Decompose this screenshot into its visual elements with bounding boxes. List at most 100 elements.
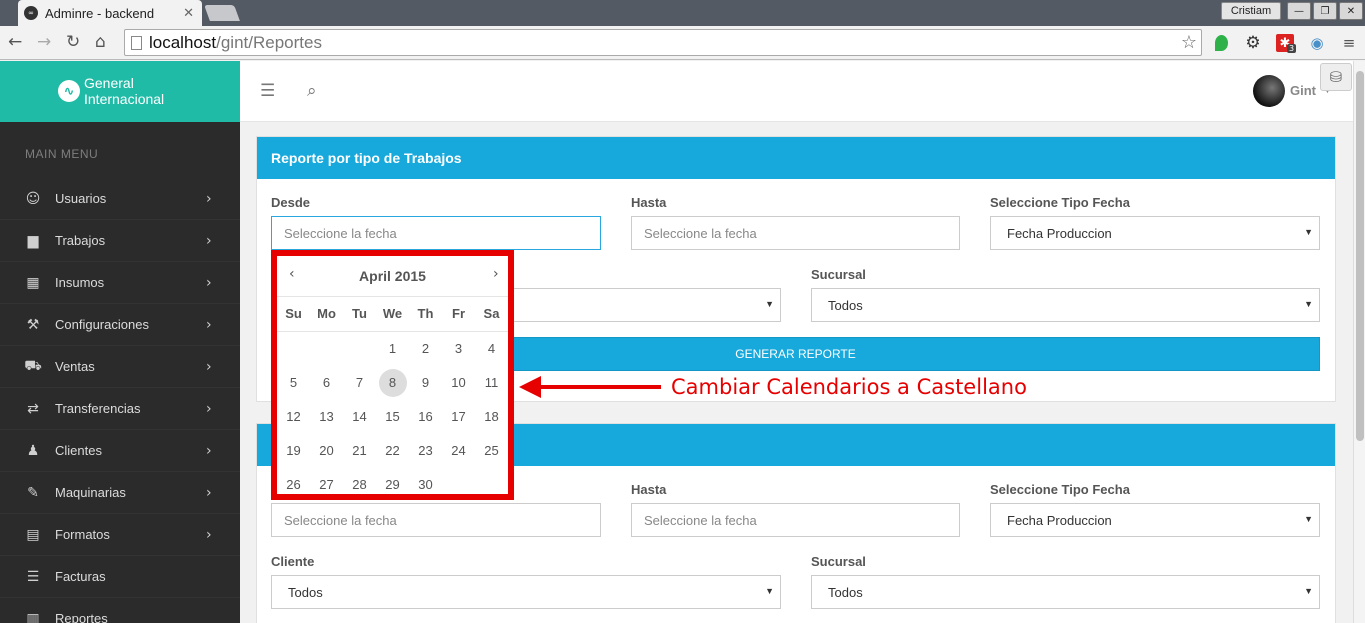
- day-cell[interactable]: 23: [409, 437, 442, 465]
- day-cell[interactable]: 12: [277, 403, 310, 431]
- week-row: 12 13 14 15 16 17 18: [277, 400, 508, 434]
- week-row: 19 20 21 22 23 24 25: [277, 434, 508, 468]
- select-value: Fecha Produccion: [1007, 226, 1112, 241]
- day-cell[interactable]: 10: [442, 369, 475, 397]
- day-cell[interactable]: 28: [343, 471, 376, 499]
- user-icon: ♟: [26, 442, 40, 459]
- hasta-date-input-2[interactable]: Seleccione la fecha: [631, 503, 960, 537]
- day-cell[interactable]: 30: [409, 471, 442, 499]
- day-cell[interactable]: 6: [310, 369, 343, 397]
- address-bar[interactable]: localhost/gint/Reportes ☆: [124, 29, 1202, 56]
- desde-label: Desde: [271, 195, 311, 210]
- settings-gear-icon[interactable]: ⚙: [1244, 33, 1262, 53]
- tipo-fecha-select[interactable]: Fecha Produccion ▼: [990, 216, 1320, 250]
- day-cell[interactable]: 2: [409, 335, 442, 363]
- brand-name-line2: Internacional: [84, 91, 165, 107]
- day-cell[interactable]: 5: [277, 369, 310, 397]
- weekday-label: Mo: [317, 306, 336, 321]
- day-cell[interactable]: 15: [376, 403, 409, 431]
- desde-date-input[interactable]: Seleccione la fecha: [271, 216, 601, 250]
- day-cell[interactable]: 26: [277, 471, 310, 499]
- brand-header[interactable]: ∿ General Internacional: [0, 61, 240, 122]
- leaf-extension-icon[interactable]: [1212, 34, 1230, 52]
- sidebar-item-facturas[interactable]: ☰ Facturas: [0, 556, 240, 598]
- forward-icon[interactable]: →: [37, 32, 51, 52]
- day-cell[interactable]: 29: [376, 471, 409, 499]
- sidebar-item-trabajos[interactable]: ▆ Trabajos ›: [0, 220, 240, 262]
- day-cell[interactable]: 19: [277, 437, 310, 465]
- search-icon[interactable]: ⌕: [307, 81, 317, 101]
- day-cell[interactable]: 4: [475, 335, 508, 363]
- day-cell[interactable]: 14: [343, 403, 376, 431]
- profile-button[interactable]: Cristiam: [1221, 2, 1281, 20]
- day-cell[interactable]: 21: [343, 437, 376, 465]
- week-row: 26 27 28 29 30: [277, 468, 508, 502]
- day-cell[interactable]: 1: [376, 335, 409, 363]
- month-title[interactable]: April 2015: [277, 268, 508, 284]
- sidebar-item-insumos[interactable]: ▦ Insumos ›: [0, 262, 240, 304]
- day-cell[interactable]: 7: [343, 369, 376, 397]
- sidebar-item-configuraciones[interactable]: ⚒ Configuraciones ›: [0, 304, 240, 346]
- day-cell[interactable]: 9: [409, 369, 442, 397]
- day-cell[interactable]: 18: [475, 403, 508, 431]
- database-icon[interactable]: ⛁: [1320, 63, 1352, 91]
- day-cell[interactable]: 24: [442, 437, 475, 465]
- new-tab-button[interactable]: [204, 5, 240, 21]
- chrome-menu-icon[interactable]: ≡: [1340, 34, 1358, 52]
- sucursal-select-2[interactable]: Todos ▼: [811, 575, 1320, 609]
- sucursal-select[interactable]: Todos ▼: [811, 288, 1320, 322]
- menu-collapse-icon[interactable]: ☰: [260, 81, 275, 101]
- url-path: /gint/Reportes: [216, 33, 322, 52]
- restore-icon[interactable]: ❐: [1313, 2, 1337, 20]
- page-scrollbar[interactable]: [1353, 61, 1365, 623]
- weekday-label: We: [382, 306, 403, 321]
- sidebar-item-maquinarias[interactable]: ✎ Maquinarias ›: [0, 472, 240, 514]
- sidebar-item-reportes[interactable]: ▥ Reportes: [0, 598, 240, 623]
- home-icon[interactable]: ⌂: [95, 32, 106, 52]
- select-arrow-icon: ▼: [1304, 299, 1313, 309]
- sidebar-item-transferencias[interactable]: ⇄ Transferencias ›: [0, 388, 240, 430]
- sidebar-item-label: Reportes: [55, 611, 108, 623]
- cliente-select-2[interactable]: Todos ▼: [271, 575, 781, 609]
- minimize-icon[interactable]: —: [1287, 2, 1311, 20]
- empty-day-cell: [442, 471, 475, 499]
- day-cell[interactable]: 13: [310, 403, 343, 431]
- back-icon[interactable]: ←: [8, 32, 22, 52]
- hasta-date-input[interactable]: Seleccione la fecha: [631, 216, 960, 250]
- browser-tab[interactable]: ∞ Adminre - backend ✕: [18, 0, 202, 26]
- day-cell[interactable]: 8: [378, 369, 407, 397]
- day-cell[interactable]: 17: [442, 403, 475, 431]
- day-cell[interactable]: 22: [376, 437, 409, 465]
- sidebar-item-ventas[interactable]: ⛟ Ventas ›: [0, 346, 240, 388]
- day-cell[interactable]: 25: [475, 437, 508, 465]
- sucursal-label-2: Sucursal: [811, 554, 866, 569]
- avatar[interactable]: [1253, 75, 1285, 107]
- main-menu-title: MAIN MENU: [25, 147, 99, 161]
- day-cell[interactable]: 3: [442, 335, 475, 363]
- bookmark-star-icon[interactable]: ☆: [1181, 32, 1197, 53]
- close-window-icon[interactable]: ✕: [1339, 2, 1363, 20]
- select-arrow-icon: ▼: [1304, 586, 1313, 596]
- sidebar-item-clientes[interactable]: ♟ Clientes ›: [0, 430, 240, 472]
- scrollbar-thumb[interactable]: [1356, 71, 1364, 441]
- tipo-fecha-select-2[interactable]: Fecha Produccion ▼: [990, 503, 1320, 537]
- close-tab-icon[interactable]: ✕: [183, 5, 194, 21]
- puzzle-extension-icon[interactable]: ✱ 3: [1276, 34, 1297, 53]
- camera-extension-icon[interactable]: ◉: [1308, 34, 1326, 52]
- chevron-right-icon: ›: [206, 442, 212, 459]
- extension-badge: 3: [1287, 44, 1297, 53]
- next-month-icon[interactable]: ›: [493, 266, 499, 282]
- sidebar-item-usuarios[interactable]: ☺ Usuarios ›: [0, 178, 240, 220]
- day-cell[interactable]: 27: [310, 471, 343, 499]
- sidebar-item-formatos[interactable]: ▤ Formatos ›: [0, 514, 240, 556]
- username[interactable]: Gint: [1290, 83, 1316, 98]
- reload-icon[interactable]: ↻: [66, 32, 80, 52]
- desde-date-input-2[interactable]: Seleccione la fecha: [271, 503, 601, 537]
- calendar-icon: ▥: [26, 610, 40, 623]
- day-cell[interactable]: 20: [310, 437, 343, 465]
- briefcase-icon: ▆: [27, 232, 39, 249]
- sidebar-item-label: Clientes: [55, 443, 102, 458]
- weekday-label: Th: [417, 306, 434, 321]
- day-cell[interactable]: 16: [409, 403, 442, 431]
- day-cell[interactable]: 11: [475, 369, 508, 397]
